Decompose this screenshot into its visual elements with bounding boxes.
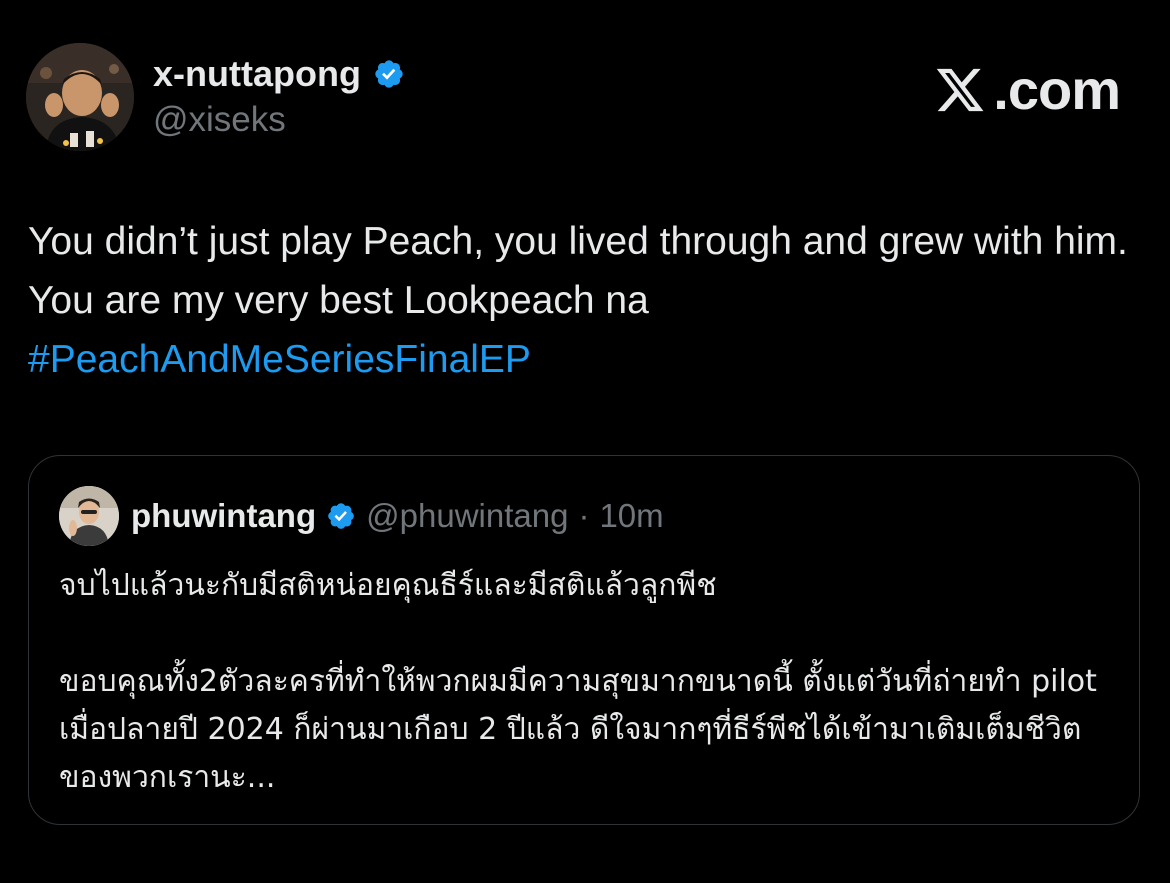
dot-separator: · [578, 497, 590, 534]
quote-author-handle[interactable]: @phuwintang [366, 494, 568, 538]
quoted-tweet-card[interactable]: phuwintang @phuwintang · 10m จบไปแล้วนะก… [28, 455, 1140, 825]
verified-badge-icon [326, 501, 356, 531]
quote-avatar-photo-icon [59, 486, 119, 546]
quote-header: phuwintang @phuwintang · 10m [131, 494, 664, 538]
tweet-text: You didn’t just play Peach, you lived th… [28, 212, 1138, 389]
quote-author-avatar[interactable] [59, 486, 119, 546]
quote-paragraph: จบไปแล้วนะกับมีสติหน่อยคุณธีร์และมีสติแล… [59, 568, 717, 603]
avatar-photo-icon [26, 43, 134, 151]
quote-paragraph: ขอบคุณทั้ง2ตัวละครที่ทำให้พวกผมมีความสุข… [59, 664, 1097, 795]
brand-domain-text: .com [993, 58, 1121, 121]
tweet-body: You didn’t just play Peach, you lived th… [28, 220, 1128, 322]
quote-body: จบไปแล้วนะกับมีสติหน่อยคุณธีร์และมีสติแล… [59, 562, 1119, 802]
author-name-row[interactable]: x-nuttapong [153, 52, 405, 96]
author-avatar[interactable] [26, 43, 134, 151]
x-logo-icon [931, 64, 989, 116]
quote-author-display-name[interactable]: phuwintang [131, 494, 316, 538]
brand-logo: .com [931, 58, 1121, 122]
author-display-name[interactable]: x-nuttapong [153, 52, 361, 96]
quote-timestamp[interactable]: 10m [599, 494, 663, 538]
tweet-hashtag-link[interactable]: #PeachAndMeSeriesFinalEP [28, 330, 1138, 389]
author-handle[interactable]: @xiseks [153, 98, 286, 142]
verified-badge-icon [373, 58, 405, 90]
